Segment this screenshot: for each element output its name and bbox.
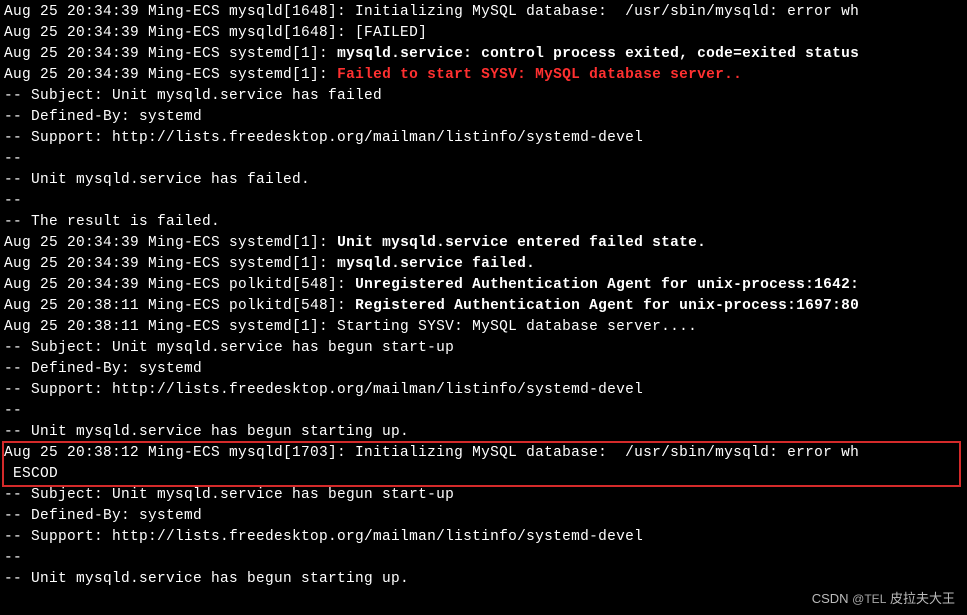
log-text: Aug 25 20:38:11 Ming-ECS systemd[1]: Sta… — [4, 319, 697, 335]
log-text: -- Subject: Unit mysqld.service has begu… — [4, 340, 454, 356]
log-line: Aug 25 20:38:11 Ming-ECS polkitd[548]: R… — [4, 296, 963, 317]
watermark-at: @TEL — [852, 592, 886, 606]
log-line: Aug 25 20:34:39 Ming-ECS systemd[1]: Fai… — [4, 65, 963, 86]
watermark: CSDN @TEL 皮拉夫大王 — [812, 590, 955, 609]
log-line: -- Defined-By: systemd — [4, 506, 963, 527]
log-text: Unit mysqld.service entered failed state… — [337, 235, 706, 251]
log-line: Aug 25 20:34:39 Ming-ECS mysqld[1648]: I… — [4, 2, 963, 23]
log-text: -- Defined-By: systemd — [4, 508, 202, 524]
log-text: Aug 25 20:34:39 Ming-ECS mysqld[1648]: [… — [4, 25, 427, 41]
log-line: -- — [4, 548, 963, 569]
log-line: Aug 25 20:34:39 Ming-ECS mysqld[1648]: [… — [4, 23, 963, 44]
log-text: -- — [4, 403, 31, 419]
watermark-site: CSDN — [812, 591, 852, 606]
log-text: -- The result is failed. — [4, 214, 220, 230]
log-text: mysqld.service failed. — [337, 256, 535, 272]
log-text: Aug 25 20:34:39 Ming-ECS systemd[1]: — [4, 235, 337, 251]
log-text: Aug 25 20:34:39 Ming-ECS polkitd[548]: — [4, 277, 355, 293]
log-line: -- Unit mysqld.service has begun startin… — [4, 569, 963, 590]
log-line: -- Unit mysqld.service has begun startin… — [4, 422, 963, 443]
log-text: Aug 25 20:34:39 Ming-ECS systemd[1]: — [4, 67, 337, 83]
log-text: Unregistered Authentication Agent for un… — [355, 277, 859, 293]
log-line: Aug 25 20:38:12 Ming-ECS mysqld[1703]: I… — [4, 443, 963, 464]
log-text: Aug 25 20:34:39 Ming-ECS mysqld[1648]: I… — [4, 4, 859, 20]
log-text: Aug 25 20:38:11 Ming-ECS polkitd[548]: — [4, 298, 355, 314]
log-line: -- — [4, 401, 963, 422]
log-line: -- Subject: Unit mysqld.service has fail… — [4, 86, 963, 107]
log-text: -- — [4, 151, 31, 167]
log-line: -- Subject: Unit mysqld.service has begu… — [4, 338, 963, 359]
log-line: -- Unit mysqld.service has failed. — [4, 170, 963, 191]
log-line: -- — [4, 149, 963, 170]
log-text: -- Defined-By: systemd — [4, 361, 202, 377]
log-line: -- Support: http://lists.freedesktop.org… — [4, 380, 963, 401]
log-text: -- Unit mysqld.service has failed. — [4, 172, 310, 188]
log-line: Aug 25 20:34:39 Ming-ECS systemd[1]: mys… — [4, 254, 963, 275]
log-text: Aug 25 20:38:12 Ming-ECS mysqld[1703]: I… — [4, 445, 859, 461]
log-line: -- Defined-By: systemd — [4, 107, 963, 128]
log-line: -- Defined-By: systemd — [4, 359, 963, 380]
log-text: -- Support: http://lists.freedesktop.org… — [4, 130, 643, 146]
log-text: -- Support: http://lists.freedesktop.org… — [4, 529, 643, 545]
log-text: mysqld.service: control process exited, … — [337, 46, 859, 62]
log-line: Aug 25 20:34:39 Ming-ECS systemd[1]: mys… — [4, 44, 963, 65]
log-line: ESCOD — [4, 464, 963, 485]
log-line: -- — [4, 191, 963, 212]
log-line: Aug 25 20:34:39 Ming-ECS polkitd[548]: U… — [4, 275, 963, 296]
log-text: -- Subject: Unit mysqld.service has begu… — [4, 487, 454, 503]
log-text: -- Support: http://lists.freedesktop.org… — [4, 382, 643, 398]
log-text: Registered Authentication Agent for unix… — [355, 298, 859, 314]
log-line: -- Subject: Unit mysqld.service has begu… — [4, 485, 963, 506]
log-text: ESCOD — [4, 466, 58, 482]
log-text: Aug 25 20:34:39 Ming-ECS systemd[1]: — [4, 46, 337, 62]
log-text: -- — [4, 550, 31, 566]
log-line: Aug 25 20:38:11 Ming-ECS systemd[1]: Sta… — [4, 317, 963, 338]
watermark-author: 皮拉夫大王 — [886, 591, 955, 606]
log-line: -- Support: http://lists.freedesktop.org… — [4, 128, 963, 149]
log-text: -- Subject: Unit mysqld.service has fail… — [4, 88, 382, 104]
terminal-output: Aug 25 20:34:39 Ming-ECS mysqld[1648]: I… — [4, 2, 963, 590]
log-text: -- Unit mysqld.service has begun startin… — [4, 571, 409, 587]
log-text: -- Defined-By: systemd — [4, 109, 202, 125]
log-text: Failed to start SYSV: MySQL database ser… — [337, 67, 742, 83]
log-text: -- Unit mysqld.service has begun startin… — [4, 424, 409, 440]
log-line: -- The result is failed. — [4, 212, 963, 233]
log-line: -- Support: http://lists.freedesktop.org… — [4, 527, 963, 548]
log-line: Aug 25 20:34:39 Ming-ECS systemd[1]: Uni… — [4, 233, 963, 254]
log-text: Aug 25 20:34:39 Ming-ECS systemd[1]: — [4, 256, 337, 272]
log-text: -- — [4, 193, 31, 209]
